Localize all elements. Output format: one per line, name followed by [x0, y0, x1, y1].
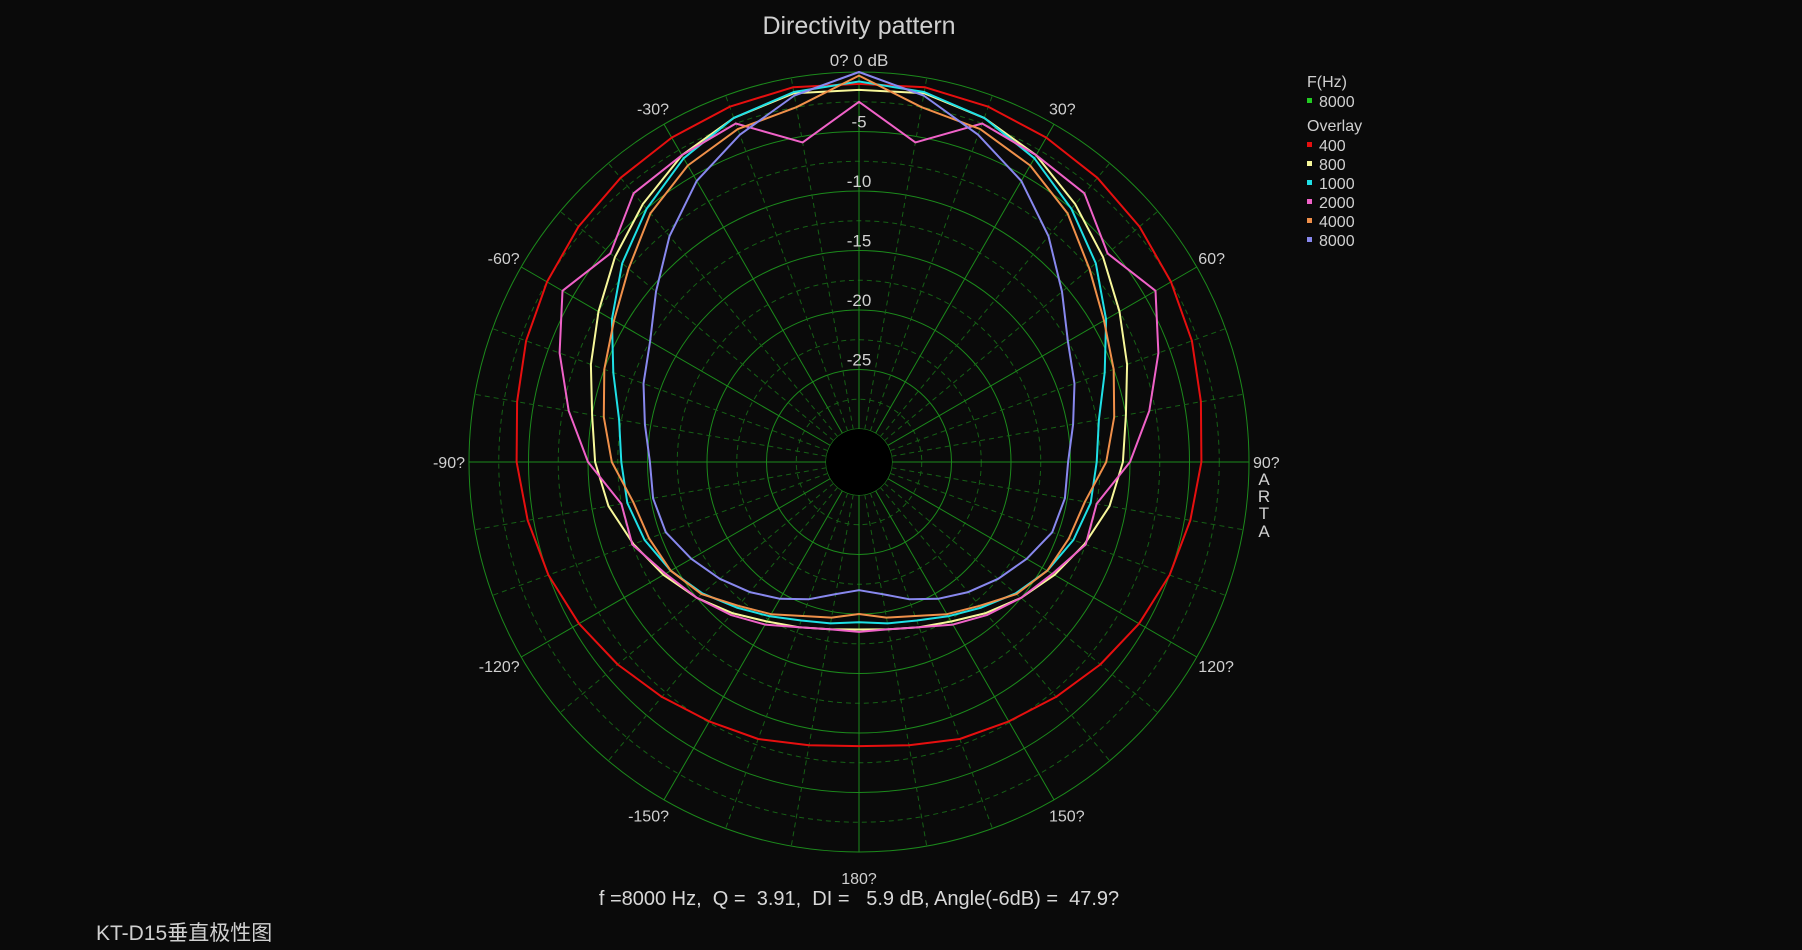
angle-tick-label: -30? [637, 102, 669, 119]
legend-current-label: 8000 [1319, 94, 1355, 111]
r-tick-label: -5 [851, 113, 866, 132]
legend-swatch [1307, 180, 1312, 185]
measurement-summary: f =8000 Hz, Q = 3.91, DI = 5.9 dB, Angle… [599, 888, 1119, 910]
grid-spoke [875, 490, 1055, 800]
legend-item-label: 2000 [1319, 195, 1355, 212]
angle-tick-label: -90? [433, 455, 465, 472]
legend-swatch [1307, 218, 1312, 223]
polar-chart: Directivity pattern 0? 0 dB -5 -10 -15 -20 -2… [96, 12, 1362, 945]
grid-spoke [663, 490, 843, 800]
legend: F(Hz) 8000 Overlay 400 800 1000 2000 400… [1307, 74, 1362, 250]
grid-spoke [887, 266, 1197, 446]
angle-tick-label: -120? [479, 659, 520, 676]
arta-brand: A R T A [1258, 470, 1270, 541]
grid-spoke [663, 124, 843, 434]
legend-swatch-current [1307, 98, 1312, 103]
r-tick-label: -10 [847, 172, 872, 191]
angle-tick-label: 60? [1198, 251, 1225, 268]
r-tick-label: -20 [847, 291, 872, 310]
angle-tick-label: 180? [841, 871, 877, 888]
figure-caption: KT-D15垂直极性图 [96, 922, 272, 945]
legend-header: F(Hz) [1307, 74, 1347, 91]
legend-swatch [1307, 142, 1312, 147]
angle-tick-label: 120? [1198, 659, 1234, 676]
grid-spoke [887, 478, 1197, 658]
legend-overlay-header: Overlay [1307, 118, 1362, 135]
legend-item-label: 8000 [1319, 233, 1355, 250]
angle-tick-label: 30? [1049, 102, 1076, 119]
legend-item-label: 800 [1319, 157, 1346, 174]
grid-spoke [521, 266, 831, 446]
legend-swatch [1307, 237, 1312, 242]
legend-item-label: 4000 [1319, 214, 1355, 231]
legend-item-label: 400 [1319, 138, 1346, 155]
angle-tick-label: -150? [628, 808, 669, 825]
r-tick-label: -25 [847, 351, 872, 370]
angle-tick-label: -60? [488, 251, 520, 268]
grid-spoke-minor [879, 486, 1111, 762]
center-hole [826, 429, 892, 495]
chart-title: Directivity pattern [762, 12, 955, 40]
grid-spoke [521, 478, 831, 658]
r-tick-label: 0? 0 dB [830, 51, 889, 70]
legend-swatch [1307, 161, 1312, 166]
brand-letter: T [1259, 504, 1269, 523]
grid-spoke [875, 124, 1055, 434]
brand-letter: A [1258, 522, 1270, 541]
legend-swatch [1307, 199, 1312, 204]
angle-tick-label: 150? [1049, 808, 1085, 825]
legend-item-label: 1000 [1319, 176, 1355, 193]
r-tick-label: -15 [847, 232, 872, 251]
